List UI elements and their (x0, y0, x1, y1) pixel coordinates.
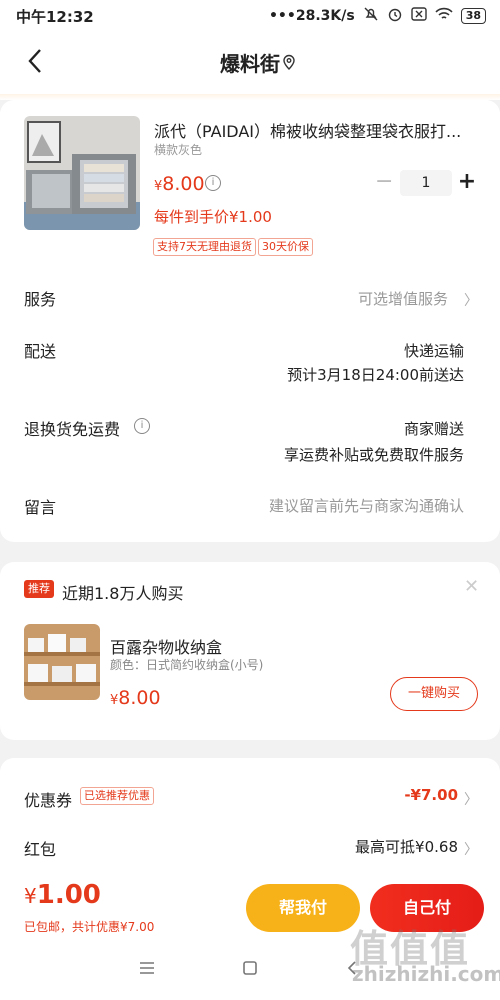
page-title: 爆料街 (220, 52, 280, 76)
product-price: ¥8.00 (154, 173, 205, 195)
price-protect-tag: 30天价保 (258, 238, 313, 256)
return-value: 商家赠送 (403, 420, 464, 438)
recommend-price: ¥8.00 (110, 687, 161, 709)
help-pay-button[interactable]: 帮我付 (246, 884, 360, 932)
recommend-title: 近期1.8万人购买 (62, 584, 184, 603)
redpacket-chevron-icon[interactable]: 〉 (464, 839, 478, 859)
return-service: 享运费补贴或免费取件服务 (283, 446, 464, 464)
service-label: 服务 (24, 290, 57, 309)
note-label: 留言 (24, 498, 57, 517)
quantity-decrease-button[interactable]: − (375, 170, 393, 194)
return-label: 退换货免运费 (24, 420, 121, 439)
mute-icon (363, 6, 379, 26)
recommend-spec: 颜色：日式简约收纳盒(小号) (110, 658, 264, 672)
alarm-icon (387, 6, 403, 26)
delivery-label: 配送 (24, 342, 57, 361)
service-value[interactable]: 可选增值服务 (358, 288, 448, 309)
home-icon[interactable] (242, 960, 258, 980)
unit-price: 每件到手价¥1.00 (154, 208, 272, 226)
note-input[interactable]: 建议留言前先与商家沟通确认 (269, 495, 464, 516)
watermark-url: zhizhizhi.com (352, 962, 500, 986)
return-info-icon[interactable]: i (134, 418, 150, 434)
total-note: 已包邮，共计优惠¥7.00 (24, 920, 155, 934)
product-spec[interactable]: 横款灰色 (154, 141, 202, 158)
location-pin-icon[interactable] (282, 54, 296, 74)
redpacket-value[interactable]: 最高可抵¥0.68 (355, 836, 458, 857)
status-bar: 中午12:32 •••28.3K/s 38 (0, 0, 500, 32)
network-speed: •••28.3K/s (268, 8, 355, 24)
coupon-chevron-icon[interactable]: 〉 (464, 789, 478, 809)
recommend-name[interactable]: 百露杂物收纳盒 (110, 634, 222, 658)
delivery-eta: 预计3月18日24:00前送达 (287, 366, 464, 384)
sim-off-icon (410, 7, 427, 25)
info-icon[interactable]: i (205, 175, 221, 191)
menu-icon[interactable] (138, 960, 156, 980)
wifi-icon (435, 7, 453, 25)
battery-indicator: 38 (460, 8, 486, 24)
product-image[interactable] (24, 116, 140, 230)
nav-bar: 爆料街 (0, 32, 500, 94)
redpacket-label: 红包 (24, 840, 57, 859)
recommend-image[interactable] (24, 624, 100, 700)
coupon-value[interactable]: -¥7.00 (404, 786, 458, 804)
delivery-method: 快递运输 (403, 342, 464, 360)
coupon-label: 优惠券 (24, 791, 73, 810)
status-icons: •••28.3K/s 38 (269, 6, 486, 26)
discount-card (0, 758, 500, 888)
close-icon[interactable]: ✕ (464, 576, 479, 597)
recommend-badge: 推荐 (24, 580, 54, 598)
coupon-tag: 已选推荐优惠 (80, 787, 154, 805)
one-click-buy-button[interactable]: 一键购买 (390, 677, 478, 711)
return-policy-tag: 支持7天无理由退货 (153, 238, 256, 256)
quantity-increase-button[interactable]: + (456, 170, 478, 194)
status-time: 中午12:32 (16, 8, 94, 26)
total-price: ¥1.00 (24, 880, 101, 910)
chevron-right-icon[interactable]: 〉 (464, 290, 478, 310)
product-title[interactable]: 派代（PAIDAI）棉被收纳袋整理袋衣服打... (154, 118, 484, 142)
quantity-input[interactable]: 1 (400, 170, 452, 196)
